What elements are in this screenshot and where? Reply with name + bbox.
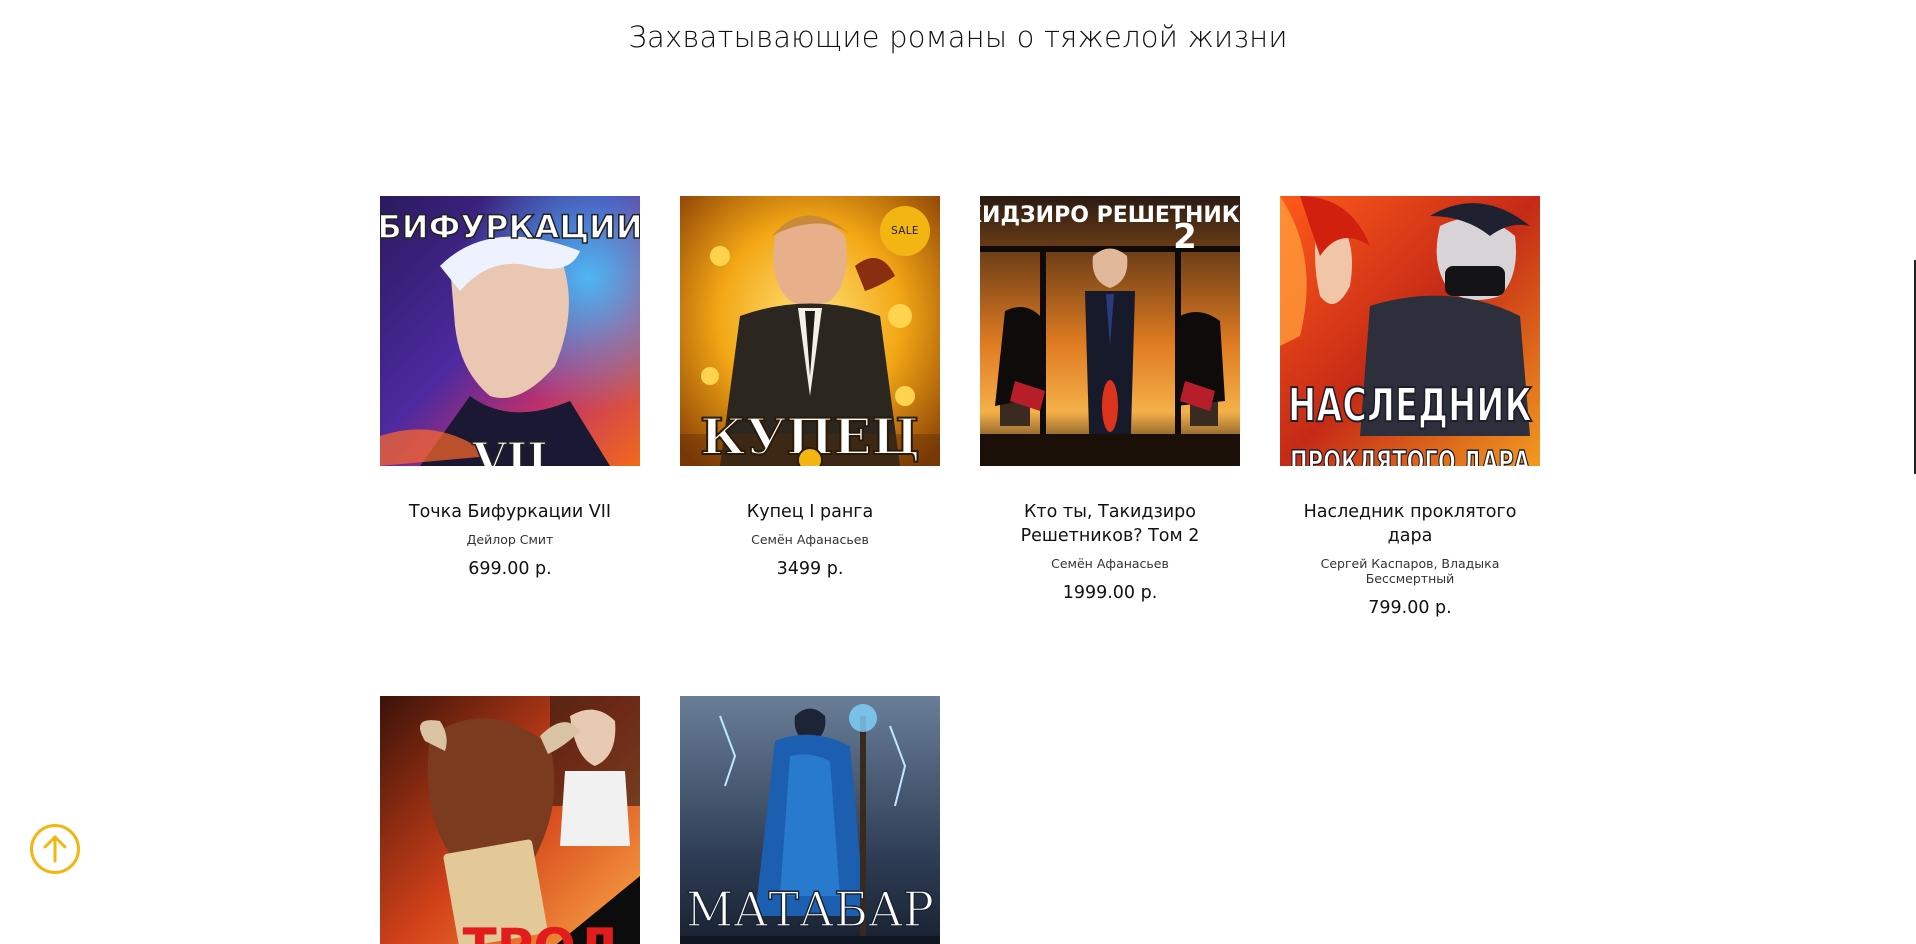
product-cover-image[interactable]: БИФУРКАЦИИ VII <box>380 196 640 466</box>
product-author: Семён Афанасьев <box>1051 556 1169 571</box>
product-card[interactable]: НАСЛЕДНИК ПРОКЛЯТОГО ДАРА Наследник прок… <box>1280 196 1540 618</box>
scroll-to-top-button[interactable] <box>29 823 81 875</box>
product-card[interactable]: МАТАБАР <box>680 696 940 944</box>
cover-art: НАСЛЕДНИК ПРОКЛЯТОГО ДАРА <box>1280 196 1540 466</box>
cover-title-text: ТАКИДЗИРО РЕШЕТНИКОВ? <box>980 203 1240 228</box>
cover-subtitle-text: ПРОКЛЯТОГО ДАРА <box>1290 445 1531 466</box>
cover-title-text: БИФУРКАЦИИ <box>380 208 640 246</box>
cover-art: ТАКИДЗИРО РЕШЕТНИКОВ? 2 <box>980 196 1240 466</box>
cover-title-text: НАСЛЕДНИК <box>1288 378 1532 432</box>
product-author: Дейлор Смит <box>466 532 554 547</box>
cover-art: МАТАБАР <box>680 696 940 944</box>
product-author: Семён Афанасьев <box>751 532 869 547</box>
product-card[interactable]: ТАКИДЗИРО РЕШЕТНИКОВ? 2 Кто ты, Такидзир… <box>980 196 1240 603</box>
product-author: Сергей Каспаров, Владыка Бессмертный <box>1320 556 1500 586</box>
page: Захватывающие романы о тяжелой жизни БИФ… <box>0 0 1916 944</box>
cover-volume-text: VII <box>471 434 547 466</box>
product-cover-image[interactable]: МАТАБАР <box>680 696 940 944</box>
product-title[interactable]: Точка Бифуркации VII <box>380 500 640 524</box>
cover-volume-text: 2 <box>1173 217 1197 257</box>
product-card[interactable]: БИФУРКАЦИИ VII Точка Бифуркации VII Дейл… <box>380 196 640 579</box>
product-title[interactable]: Кто ты, Такидзиро Решетников? Том 2 <box>980 500 1240 548</box>
arrow-up-circle-icon <box>30 824 80 874</box>
product-cover-image[interactable]: КУПЕЦ SALE <box>680 196 940 466</box>
product-cover-image[interactable]: ТАКИДЗИРО РЕШЕТНИКОВ? 2 <box>980 196 1240 466</box>
section-title: Захватывающие романы о тяжелой жизни <box>628 20 1288 54</box>
product-price: 799.00 р. <box>1368 598 1452 618</box>
sale-badge: SALE <box>880 206 930 256</box>
cover-art: ТРОЛ <box>380 696 640 944</box>
product-title[interactable]: Купец I ранга <box>680 500 940 524</box>
cover-art: БИФУРКАЦИИ VII <box>380 196 640 466</box>
product-price: 1999.00 р. <box>1062 583 1158 603</box>
product-title[interactable]: Наследник проклятого дара <box>1280 500 1540 548</box>
product-price: 699.00 р. <box>468 559 552 579</box>
product-cover-image[interactable]: НАСЛЕДНИК ПРОКЛЯТОГО ДАРА <box>1280 196 1540 466</box>
product-card[interactable]: ТРОЛ <box>380 696 640 944</box>
product-card[interactable]: КУПЕЦ SALE Купец I ранга Семён Афанасьев… <box>680 196 940 579</box>
product-cover-image[interactable]: ТРОЛ <box>380 696 640 944</box>
cover-title-text: МАТАБАР <box>686 882 934 938</box>
product-price: 3499 р. <box>776 559 844 579</box>
cover-title-text: ТРОЛ <box>463 918 618 944</box>
